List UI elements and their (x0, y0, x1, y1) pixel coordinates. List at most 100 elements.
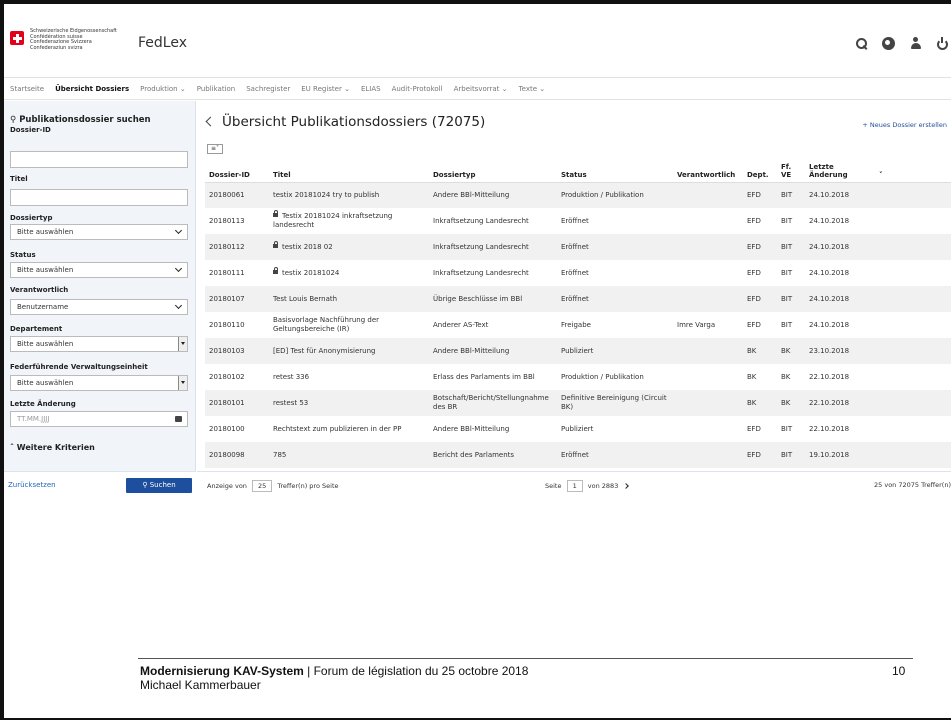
cell-letzte-aenderung: 24.10.2018 (805, 182, 875, 208)
calendar-icon[interactable] (175, 416, 182, 422)
cell-dept-text: EFD (747, 242, 761, 251)
nav-publikation[interactable]: Publikation (197, 85, 236, 93)
chevron-down-icon (174, 301, 183, 310)
slide-footer-title: Modernisierung KAV-System | Forum de lég… (140, 664, 528, 678)
cell-dossiertyp-text: Inkraftsetzung Landesrecht (433, 242, 529, 251)
cell-titel-text: [ED] Test für Anonymisierung (273, 346, 376, 355)
cell-spacer (875, 234, 951, 260)
nav-eu-register[interactable]: EU Register ⌄ (301, 85, 350, 93)
app-name[interactable]: FedLex (138, 35, 187, 51)
col-letzte-aenderung[interactable]: Letzte Änderung (805, 156, 875, 183)
nav-sachregister[interactable]: Sachregister (246, 85, 290, 93)
column-menu-button[interactable]: ≡˅ (207, 144, 223, 154)
cell-dossier-id-text: 20180061 (209, 190, 245, 199)
new-dossier-link[interactable]: + Neues Dossier erstellen (862, 121, 947, 129)
search-icon[interactable] (855, 37, 868, 50)
cell-titel: Testix 20181024 inkraftsetzung landesrec… (269, 208, 429, 234)
cell-status: Definitive Bereinigung (Circuit BK) (557, 390, 673, 416)
nav-produktion[interactable]: Produktion ⌄ (140, 85, 186, 93)
search-icon: ⚲ (142, 481, 150, 489)
slide-footer-author: Michael Kammerbauer (140, 678, 261, 692)
nav-uebersicht-dossiers[interactable]: Übersicht Dossiers (55, 85, 129, 93)
cell-titel: testix 20181024 try to publish (269, 182, 429, 208)
cell-letzte-aenderung: 22.10.2018 (805, 390, 875, 416)
table-row[interactable]: 20180110 Basisvorlage Nachführung der Gel… (205, 312, 951, 338)
nav-arbeitsvorrat[interactable]: Arbeitsvorrat ⌄ (454, 85, 508, 93)
cell-dossier-id-text: 20180103 (209, 346, 245, 355)
cell-dept-text: EFD (747, 450, 761, 459)
search-button[interactable]: ⚲ Suchen (126, 478, 192, 493)
cell-titel-text: testix 2018 02 (282, 242, 333, 251)
sort-indicator-icon[interactable]: ˅ (875, 156, 951, 183)
chevron-down-icon: ⌄ (344, 84, 350, 93)
table-row[interactable]: 20180101 restest 53 Botschaft/Bericht/Stel… (205, 390, 951, 416)
nav-label: Arbeitsvorrat (453, 84, 500, 93)
nav-audit-protokoll[interactable]: Audit-Protokoll (392, 85, 443, 93)
weitere-kriterien-toggle[interactable]: ˆ Weitere Kriterien (10, 443, 95, 452)
table-row[interactable]: 20180061 testix 20181024 try to publish An… (205, 182, 951, 208)
cell-dossier-id: 20180113 (205, 208, 269, 234)
titel-input[interactable] (10, 189, 188, 206)
cell-dept: EFD (743, 260, 777, 286)
federal-logo-text: Schweizerische Eidgenossenschaft Confédé… (30, 28, 117, 51)
table-row[interactable]: 20180107 Test Louis Bernath Übrige Beschlü… (205, 286, 951, 312)
dossier-id-input[interactable] (10, 151, 188, 168)
col-ve[interactable]: Ff. VE (777, 156, 805, 183)
nav-startseite[interactable]: Startseite (10, 85, 44, 93)
user-icon[interactable] (909, 37, 922, 50)
cell-dept: EFD (743, 312, 777, 338)
dropdown-arrow-icon (178, 376, 187, 390)
departement-select[interactable]: Bitte auswählen (10, 336, 188, 352)
cell-letzte-aenderung-text: 24.10.2018 (809, 242, 850, 251)
col-titel[interactable]: Titel (269, 156, 429, 183)
cell-ve: BIT (777, 182, 805, 208)
table-row[interactable]: 20180103 [ED] Test für Anonymisierung Ande… (205, 338, 951, 364)
cell-dept-text: EFD (747, 424, 761, 433)
globe-icon[interactable] (882, 37, 895, 50)
table-row[interactable]: 20180113 Testix 20181024 inkraftsetzung l… (205, 208, 951, 234)
back-chevron-icon[interactable] (205, 116, 216, 127)
reset-link[interactable]: Zurücksetzen (8, 481, 56, 489)
ve-select[interactable]: Bitte auswählen (10, 375, 188, 391)
aenderung-input[interactable]: TT.MM.JJJJ (10, 411, 188, 427)
cell-dept: EFD (743, 182, 777, 208)
nav-elias[interactable]: ELIAS (361, 85, 381, 93)
dossier-overview: Übersicht Publikationsdossiers (72075) +… (197, 101, 951, 495)
cell-letzte-aenderung: 23.10.2018 (805, 338, 875, 364)
col-dossier-id[interactable]: Dossier-ID (205, 156, 269, 183)
cell-status: Eröffnet (557, 442, 673, 468)
power-icon[interactable] (936, 37, 949, 50)
cell-dossiertyp: Andere BBl-Mitteilung (429, 338, 557, 364)
col-verantwortlich[interactable]: Verantwortlich (673, 156, 743, 183)
table-row[interactable]: 20180100 Rechtstext zum publizieren in de… (205, 416, 951, 442)
cell-status: Publiziert (557, 338, 673, 364)
nav-label: EU Register (301, 84, 342, 93)
page-input[interactable]: 1 (566, 480, 583, 492)
dossiertyp-select[interactable]: Bitte auswählen (10, 224, 188, 240)
dropdown-arrow-icon (178, 337, 187, 351)
table-row[interactable]: 20180098 785 Bericht des Parlaments Eröffne… (205, 442, 951, 468)
cell-dept-text: EFD (747, 320, 761, 329)
status-select[interactable]: Bitte auswählen (10, 262, 188, 278)
table-row[interactable]: 20180111 testix 20181024 Inkraftsetzung La… (205, 260, 951, 286)
cell-ve: BK (777, 364, 805, 390)
pagination: Seite 1 von 2883 (545, 480, 630, 492)
cell-dossier-id-text: 20180101 (209, 398, 245, 407)
col-dossiertyp[interactable]: Dossiertyp (429, 156, 557, 183)
nav-texte[interactable]: Texte ⌄ (519, 85, 546, 93)
cell-dossiertyp: Übrige Beschlüsse im BBl (429, 286, 557, 312)
cell-spacer (875, 390, 951, 416)
dossier-table: Dossier-ID Titel Dossiertyp Status Veran… (205, 156, 951, 468)
cell-dossiertyp: Andere BBl-Mitteilung (429, 182, 557, 208)
table-row[interactable]: 20180102 retest 336 Erlass des Parlaments … (205, 364, 951, 390)
cell-letzte-aenderung-text: 23.10.2018 (809, 346, 850, 355)
col-status[interactable]: Status (557, 156, 673, 183)
next-page-icon[interactable] (623, 483, 630, 489)
chevron-down-icon: ⌄ (179, 84, 186, 93)
col-dept[interactable]: Dept. (743, 156, 777, 183)
cell-dossier-id: 20180098 (205, 442, 269, 468)
verantwortlich-select[interactable]: Benutzername (10, 299, 188, 315)
cell-status: Eröffnet (557, 208, 673, 234)
per-page-input[interactable]: 25 (252, 480, 273, 492)
table-row[interactable]: 20180112 testix 2018 02 Inkraftsetzung Lan… (205, 234, 951, 260)
